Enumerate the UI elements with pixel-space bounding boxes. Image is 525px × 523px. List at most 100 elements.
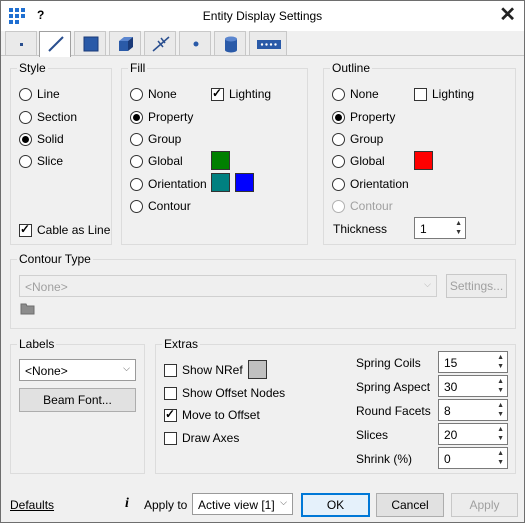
- fill-option-global[interactable]: Global: [130, 153, 183, 169]
- slices-value: 20: [444, 428, 458, 442]
- fill-option-contour[interactable]: Contour: [130, 198, 191, 214]
- show-nref-label: Show NRef: [182, 363, 243, 377]
- cancel-button[interactable]: Cancel: [376, 493, 444, 517]
- spin-up-icon[interactable]: ▲: [497, 378, 504, 386]
- spin-down-icon[interactable]: ▼: [455, 229, 462, 237]
- fill-global-color-swatch[interactable]: [211, 151, 230, 170]
- defaults-link[interactable]: Defaults: [10, 498, 54, 512]
- title-bar: ? Entity Display Settings ✕: [1, 1, 524, 31]
- tab-line-display[interactable]: [39, 31, 71, 57]
- labels-value: <None>: [25, 364, 68, 378]
- spin-up-icon[interactable]: ▲: [497, 402, 504, 410]
- show-offset-nodes-checkbox[interactable]: Show Offset Nodes: [164, 385, 285, 401]
- tab-node-display[interactable]: [179, 31, 211, 55]
- spin-down-icon[interactable]: ▼: [497, 435, 504, 443]
- fill-option-none[interactable]: None: [130, 86, 177, 102]
- cylinder-icon: [225, 36, 237, 53]
- outline-option-property[interactable]: Property: [332, 109, 395, 125]
- apply-to-select[interactable]: Active view [1] ⌵: [192, 493, 293, 515]
- spring-coils-spinner[interactable]: 15 ▲ ▼: [438, 351, 508, 373]
- solid-square-icon: [83, 36, 99, 52]
- spring-coils-value: 15: [444, 356, 458, 370]
- dot-icon: [20, 43, 23, 46]
- spin-up-icon[interactable]: ▲: [455, 220, 462, 228]
- outline-option-label: Group: [350, 132, 384, 146]
- tab-point-display[interactable]: [5, 31, 37, 55]
- fill-option-label: Contour: [148, 199, 191, 213]
- ok-button[interactable]: OK: [301, 493, 370, 517]
- fill-orientation-color-swatch-2[interactable]: [235, 173, 254, 192]
- slices-label: Slices: [356, 428, 389, 442]
- tab-load-display[interactable]: [249, 31, 287, 55]
- style-option-label: Line: [37, 87, 60, 101]
- close-icon[interactable]: ✕: [499, 3, 516, 27]
- fill-orientation-color-swatch-1[interactable]: [211, 173, 230, 192]
- outline-option-global[interactable]: Global: [332, 153, 385, 169]
- outline-global-color-swatch[interactable]: [414, 151, 433, 170]
- fill-lighting-checkbox[interactable]: Lighting: [211, 86, 271, 102]
- outline-group-label: Outline: [330, 61, 373, 75]
- apply-to-label: Apply to: [144, 498, 188, 512]
- style-option-slice[interactable]: Slice: [19, 153, 63, 169]
- fill-option-label: None: [148, 87, 177, 101]
- tab-brick-display[interactable]: [109, 31, 141, 55]
- spin-down-icon[interactable]: ▼: [497, 363, 504, 371]
- spin-up-icon[interactable]: ▲: [497, 450, 504, 458]
- spin-up-icon[interactable]: ▲: [497, 354, 504, 362]
- outline-option-group[interactable]: Group: [332, 131, 383, 147]
- fill-option-label: Orientation: [148, 177, 207, 191]
- folder-icon[interactable]: [20, 302, 36, 316]
- point-icon: [193, 41, 199, 47]
- fill-option-group[interactable]: Group: [130, 131, 181, 147]
- spin-up-icon[interactable]: ▲: [497, 426, 504, 434]
- fill-lighting-label: Lighting: [229, 87, 272, 101]
- fill-option-orientation[interactable]: Orientation: [130, 176, 207, 192]
- outline-option-label: None: [350, 87, 379, 101]
- thickness-value: 1: [420, 222, 427, 236]
- tab-strip: [1, 31, 524, 57]
- round-facets-spinner[interactable]: 8 ▲ ▼: [438, 399, 508, 421]
- extras-group: Extras Show NRef Show Offset Nodes Move …: [155, 337, 516, 474]
- outline-lighting-label: Lighting: [432, 87, 475, 101]
- tab-link-display[interactable]: [144, 31, 176, 55]
- thickness-spinner[interactable]: 1 ▲ ▼: [414, 217, 466, 239]
- window-title: Entity Display Settings: [202, 9, 323, 23]
- cable-as-line-checkbox[interactable]: Cable as Line: [19, 222, 110, 238]
- show-nref-checkbox[interactable]: Show NRef: [164, 362, 243, 378]
- outline-option-orientation[interactable]: Orientation: [332, 176, 409, 192]
- spring-aspect-spinner[interactable]: 30 ▲ ▼: [438, 375, 508, 397]
- outline-group: Outline None Property Group Global Orien…: [323, 61, 516, 245]
- contour-type-label: Contour Type: [17, 252, 93, 266]
- nref-color-swatch[interactable]: [248, 360, 267, 379]
- spring-coils-label: Spring Coils: [356, 356, 421, 370]
- fill-option-label: Global: [148, 154, 183, 168]
- spin-down-icon[interactable]: ▼: [497, 387, 504, 395]
- fill-option-property[interactable]: Property: [130, 109, 193, 125]
- beam-font-button[interactable]: Beam Font...: [19, 388, 136, 412]
- labels-group-label: Labels: [17, 337, 57, 351]
- line-icon: [48, 36, 64, 52]
- cable-as-line-label: Cable as Line: [37, 223, 111, 237]
- outline-option-contour: Contour: [332, 198, 393, 214]
- slices-spinner[interactable]: 20 ▲ ▼: [438, 423, 508, 445]
- draw-axes-checkbox[interactable]: Draw Axes: [164, 430, 239, 446]
- spin-down-icon[interactable]: ▼: [497, 459, 504, 467]
- outline-option-none[interactable]: None: [332, 86, 379, 102]
- style-option-line[interactable]: Line: [19, 86, 60, 102]
- chevron-down-icon: ⌵: [123, 363, 130, 373]
- tab-plate-display[interactable]: [74, 31, 106, 55]
- move-to-offset-checkbox[interactable]: Move to Offset: [164, 407, 260, 423]
- spin-down-icon[interactable]: ▼: [497, 411, 504, 419]
- fill-group-label: Fill: [128, 61, 148, 75]
- shrink-spinner[interactable]: 0 ▲ ▼: [438, 447, 508, 469]
- style-option-section[interactable]: Section: [19, 109, 77, 125]
- spring-aspect-value: 30: [444, 380, 458, 394]
- dotted-bar-icon: [257, 40, 281, 49]
- info-icon: i: [125, 496, 129, 511]
- tab-beam-display[interactable]: [214, 31, 246, 55]
- labels-select[interactable]: <None> ⌵: [19, 359, 136, 381]
- fill-option-label: Property: [148, 110, 194, 124]
- style-group: Style Line Section Solid Slice Cable as …: [10, 61, 112, 245]
- outline-lighting-checkbox[interactable]: Lighting: [414, 86, 474, 102]
- style-option-solid[interactable]: Solid: [19, 131, 64, 147]
